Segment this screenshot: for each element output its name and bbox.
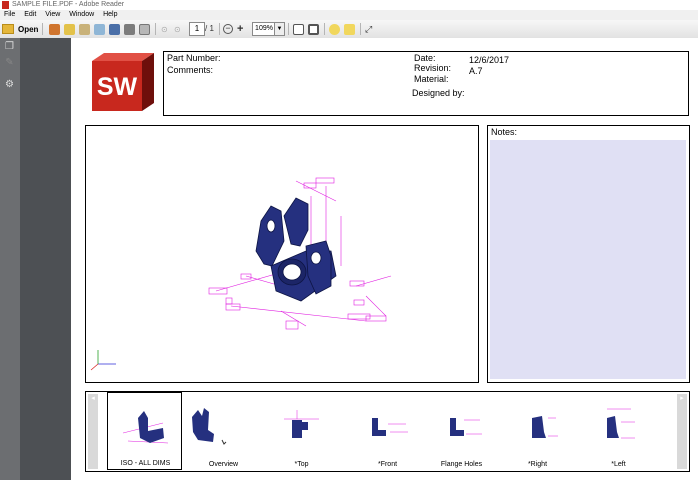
view-thumbnail[interactable]: *Right	[500, 392, 575, 470]
edit-icon[interactable]	[79, 23, 90, 35]
view-thumbnail[interactable]: Flange Holes	[424, 392, 499, 470]
title-bar: SAMPLE FILE.PDF - Adobe Reader	[0, 0, 698, 10]
comment-icon[interactable]	[329, 23, 340, 35]
view-thumbnail[interactable]: ISO - ALL DIMS	[107, 392, 182, 470]
next-page-icon[interactable]: ⊙	[174, 23, 181, 35]
view-label: *Left	[611, 461, 626, 468]
menu-window[interactable]: Window	[69, 11, 94, 18]
notes-panel: Notes:	[487, 125, 690, 383]
view-label: Overview	[208, 461, 239, 468]
document-gutter	[20, 38, 71, 480]
highlight-icon[interactable]	[344, 23, 355, 35]
save-icon[interactable]	[109, 23, 120, 35]
view-thumbnail[interactable]: *Top	[264, 392, 339, 470]
folder-icon	[2, 24, 14, 34]
page-number-input[interactable]: 1	[189, 22, 205, 36]
expand-icon[interactable]: ⤢	[365, 23, 372, 35]
fit-width-icon[interactable]	[293, 23, 304, 35]
view-preview	[192, 408, 227, 445]
date-label: Date:	[414, 53, 436, 63]
menu-help[interactable]: Help	[103, 11, 117, 18]
revision-value: A.7	[469, 66, 483, 76]
open-label: Open	[18, 24, 39, 34]
pages-icon[interactable]: ❐	[4, 42, 15, 52]
view-thumbnail[interactable]: *Front	[350, 392, 425, 470]
menu-bar: File Edit View Window Help	[0, 10, 698, 20]
toolbar-divider	[360, 23, 361, 35]
toolbar-divider	[42, 23, 43, 35]
bracket-model	[255, 197, 337, 302]
notes-label: Notes:	[491, 127, 518, 137]
window-title: SAMPLE FILE.PDF - Adobe Reader	[12, 1, 125, 8]
revision-label: Revision:	[414, 63, 452, 73]
view-label: *Top	[294, 461, 309, 468]
view-preview	[122, 411, 169, 444]
3d-model-view[interactable]	[85, 125, 479, 383]
view-label: *Front	[377, 461, 398, 468]
view-preview	[450, 418, 482, 436]
page-total: / 1	[205, 24, 214, 33]
view-label: *Right	[527, 461, 548, 468]
material-label: Material:	[414, 74, 449, 84]
logo-text: SW	[97, 73, 138, 101]
scroll-right-button[interactable]: ▸	[677, 394, 687, 469]
date-value: 12/6/2017	[469, 55, 510, 65]
view-preview	[607, 408, 635, 439]
menu-edit[interactable]: Edit	[24, 11, 36, 18]
model-drawing	[90, 177, 392, 371]
toolbar-divider	[324, 23, 325, 35]
print-icon[interactable]	[124, 23, 135, 35]
view-thumbnail[interactable]: *Left	[581, 392, 656, 470]
comments-label: Comments:	[167, 65, 214, 75]
zoom-out-icon[interactable]: −	[223, 23, 233, 35]
notes-area[interactable]	[490, 140, 686, 379]
zoom-dropdown-icon[interactable]: ▼	[274, 22, 285, 36]
fit-page-icon[interactable]	[308, 23, 319, 35]
solidworks-logo: SW	[92, 53, 154, 111]
pdf-icon	[2, 1, 9, 9]
part-number-label: Part Number:	[167, 53, 221, 63]
designed-by-label: Designed by:	[412, 88, 465, 98]
view-preview	[284, 410, 319, 438]
zoom-level-input[interactable]: 109%	[252, 22, 276, 36]
open-button[interactable]: Open	[2, 22, 38, 36]
create-pdf-icon[interactable]	[49, 23, 60, 35]
signature-icon[interactable]: ✎	[4, 58, 15, 68]
share-icon[interactable]	[64, 23, 75, 35]
toolbar-divider	[219, 23, 220, 35]
toolbar-divider	[288, 23, 289, 35]
scroll-left-button[interactable]: ◂	[88, 394, 98, 469]
toolbar: Open ⊙ ⊙ 1 / 1 − + 109% ▼ ⤢	[0, 20, 698, 39]
menu-view[interactable]: View	[45, 11, 60, 18]
model-tree-icon[interactable]: ⚙	[4, 80, 15, 90]
toolbar-divider	[155, 23, 156, 35]
menu-file[interactable]: File	[4, 11, 15, 18]
navigation-panel: ❐ ✎ ⚙	[0, 38, 20, 480]
axis-triad	[90, 350, 116, 371]
view-preview	[372, 418, 408, 436]
zoom-in-icon[interactable]: +	[237, 23, 243, 35]
view-thumbnail[interactable]: Overview	[186, 392, 261, 470]
previous-page-icon[interactable]: ⊙	[161, 23, 168, 35]
view-label: Flange Holes	[440, 461, 483, 468]
title-block: Part Number: Comments: Date: 12/6/2017 R…	[163, 51, 689, 116]
email-icon[interactable]	[139, 23, 150, 35]
views-strip: ◂ ▸ ISO - ALL DIMS Overview *Top *Front	[85, 391, 690, 472]
view-preview	[532, 416, 558, 438]
view-label: ISO - ALL DIMS	[120, 460, 171, 467]
cloud-icon[interactable]	[94, 23, 105, 35]
